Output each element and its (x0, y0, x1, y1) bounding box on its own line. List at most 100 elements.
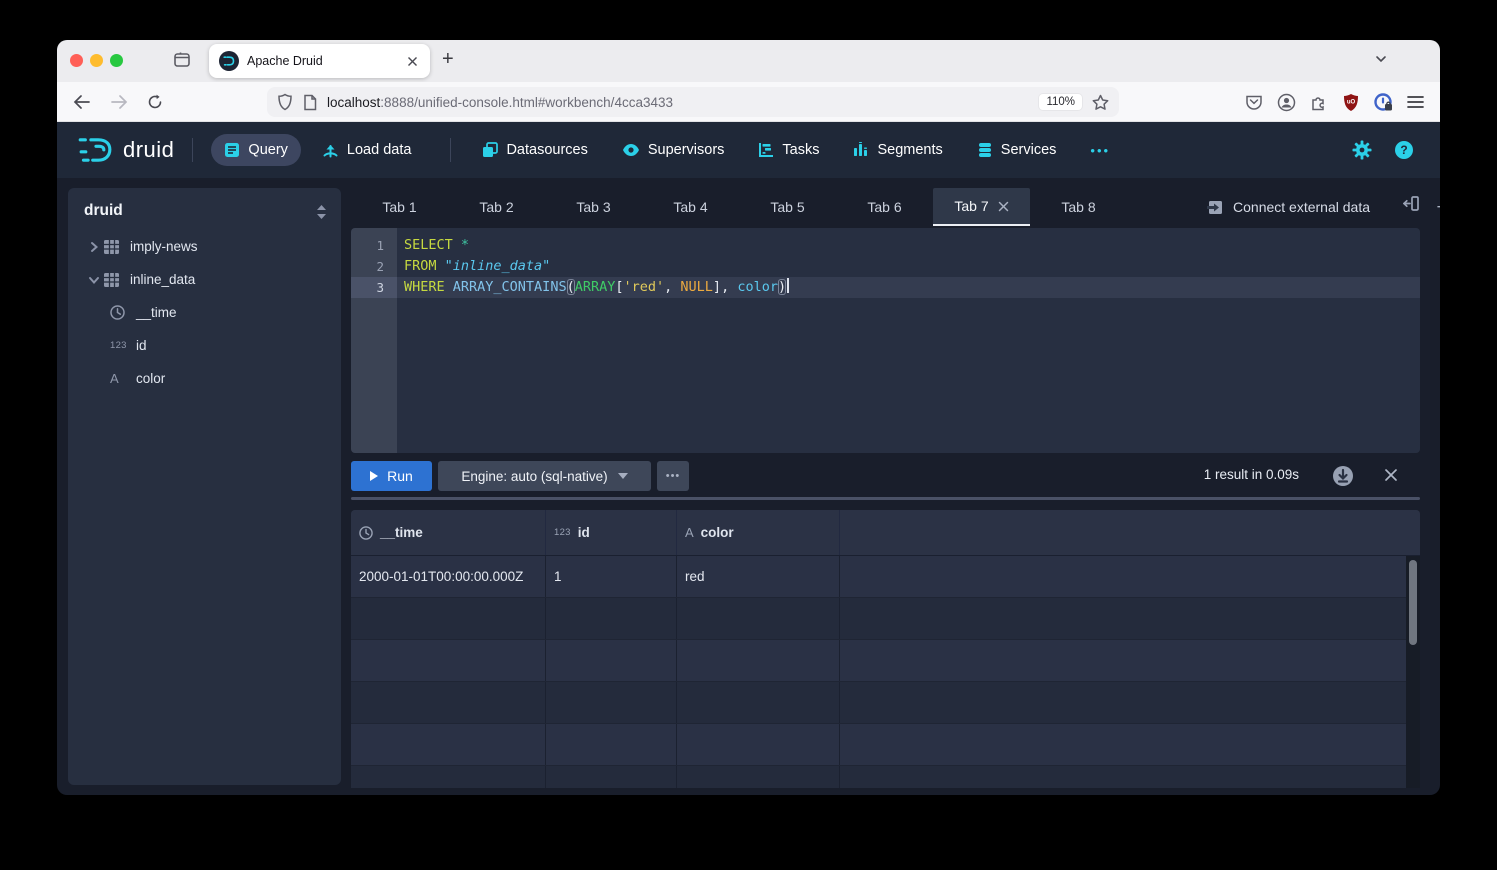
sidebar-toggle-icon[interactable] (172, 50, 192, 70)
reload-button[interactable] (143, 90, 167, 114)
tab-8[interactable]: Tab 8 (1030, 188, 1127, 226)
nav-item-load-data[interactable]: Load data (309, 134, 425, 166)
column-header-id[interactable]: 123 id (546, 510, 677, 555)
datasource-row-inline-data[interactable]: inline_data (68, 263, 341, 296)
panel-resize-handle[interactable] (351, 497, 1420, 500)
table-cell[interactable] (677, 682, 840, 723)
browser-tab[interactable]: Apache Druid (209, 44, 430, 78)
table-cell[interactable] (546, 640, 677, 681)
table-cell[interactable] (546, 724, 677, 765)
tab-2[interactable]: Tab 2 (448, 188, 545, 226)
code-line[interactable]: 1 SELECT * (351, 235, 1420, 256)
tab-1[interactable]: Tab 1 (351, 188, 448, 226)
table-row[interactable]: 2000-01-01T00:00:00.000Z 1 red (351, 556, 1420, 598)
table-cell[interactable] (677, 640, 840, 681)
column-row-time[interactable]: __time (68, 296, 341, 329)
table-cell[interactable] (840, 640, 1420, 681)
tab-list-chevron-icon[interactable] (1374, 52, 1388, 66)
column-header-time[interactable]: __time (351, 510, 546, 555)
nav-item-datasources[interactable]: Datasources (469, 134, 600, 166)
tab-close-icon[interactable] (405, 54, 420, 69)
table-cell[interactable] (351, 640, 546, 681)
table-cell[interactable]: 1 (546, 556, 677, 597)
extensions-puzzle-icon[interactable] (1310, 93, 1328, 111)
table-cell[interactable] (351, 682, 546, 723)
tab-7-active[interactable]: Tab 7 (933, 188, 1030, 226)
datasource-row-imply-news[interactable]: imply-news (68, 230, 341, 263)
bookmark-star-icon[interactable] (1092, 94, 1109, 111)
url-bar[interactable]: localhost:8888/unified-console.html#work… (267, 87, 1119, 117)
table-cell[interactable] (840, 682, 1420, 723)
nav-item-tasks[interactable]: Tasks (745, 134, 832, 166)
engine-select-button[interactable]: Engine: auto (sql-native) (438, 461, 651, 491)
settings-gear-icon[interactable] (1352, 140, 1372, 160)
results-scrollbar-track[interactable] (1406, 556, 1420, 788)
table-row[interactable] (351, 766, 1420, 788)
ublock-origin-icon[interactable]: uO (1342, 93, 1360, 112)
tab-3[interactable]: Tab 3 (545, 188, 642, 226)
url-text[interactable]: localhost:8888/unified-console.html#work… (327, 95, 1039, 110)
account-icon[interactable] (1277, 93, 1296, 112)
table-cell[interactable] (840, 724, 1420, 765)
query-more-button[interactable]: ••• (657, 461, 689, 491)
forward-button[interactable] (107, 90, 131, 114)
tab-5[interactable]: Tab 5 (739, 188, 836, 226)
code-line[interactable]: 2 FROM "inline_data" (351, 256, 1420, 277)
run-button[interactable]: Run (351, 461, 432, 491)
table-row[interactable] (351, 640, 1420, 682)
window-minimize-button[interactable] (90, 54, 103, 67)
druid-brand[interactable]: druid (77, 131, 174, 169)
sort-double-caret-icon[interactable] (316, 205, 327, 219)
tab-close-icon[interactable] (998, 201, 1009, 212)
table-cell[interactable] (677, 766, 840, 788)
table-cell[interactable] (840, 766, 1420, 788)
table-cell[interactable] (840, 598, 1420, 639)
shield-icon[interactable] (277, 93, 293, 111)
page-info-icon[interactable] (303, 94, 317, 111)
nav-item-services[interactable]: Services (964, 134, 1070, 166)
table-cell[interactable] (351, 766, 546, 788)
table-cell[interactable] (546, 682, 677, 723)
table-row[interactable] (351, 598, 1420, 640)
nav-item-more[interactable]: ••• (1077, 134, 1123, 166)
back-button[interactable] (69, 90, 93, 114)
table-cell[interactable] (677, 598, 840, 639)
window-zoom-button[interactable] (110, 54, 123, 67)
window-close-button[interactable] (70, 54, 83, 67)
table-row[interactable] (351, 682, 1420, 724)
column-row-color[interactable]: A color (68, 362, 341, 395)
chevron-down-icon[interactable] (88, 274, 104, 286)
query-editor[interactable]: 1 SELECT * 2 FROM "inline_data" 3 WHERE ARRAY… (351, 228, 1420, 453)
add-tab-button[interactable]: + (1429, 195, 1440, 221)
table-cell[interactable] (840, 556, 1420, 597)
table-cell[interactable] (351, 598, 546, 639)
chevron-right-icon[interactable] (88, 241, 104, 253)
zoom-level-badge[interactable]: 110% (1039, 94, 1082, 110)
results-scrollbar-thumb[interactable] (1409, 560, 1417, 645)
nav-item-segments[interactable]: Segments (840, 134, 955, 166)
nav-item-supervisors[interactable]: Supervisors (609, 134, 738, 166)
druid-wordmark: druid (123, 137, 175, 162)
nav-item-query[interactable]: Query (211, 134, 301, 166)
table-cell[interactable]: 2000-01-01T00:00:00.000Z (351, 556, 546, 597)
help-icon[interactable]: ? (1394, 140, 1414, 160)
collapse-panel-icon[interactable] (1403, 195, 1420, 212)
table-cell[interactable] (546, 598, 677, 639)
pocket-icon[interactable] (1245, 93, 1263, 111)
table-cell[interactable]: red (677, 556, 840, 597)
table-row[interactable] (351, 724, 1420, 766)
onepassword-icon[interactable] (1374, 92, 1393, 112)
table-cell[interactable] (677, 724, 840, 765)
table-cell[interactable] (546, 766, 677, 788)
close-results-icon[interactable] (1384, 468, 1398, 482)
table-cell[interactable] (351, 724, 546, 765)
code-line[interactable]: 3 WHERE ARRAY_CONTAINS(ARRAY['red', NULL]… (351, 277, 1420, 298)
tab-6[interactable]: Tab 6 (836, 188, 933, 226)
connect-external-data-button[interactable]: Connect external data (1207, 192, 1370, 222)
column-row-id[interactable]: 123 id (68, 329, 341, 362)
tab-4[interactable]: Tab 4 (642, 188, 739, 226)
column-header-color[interactable]: A color (677, 510, 840, 555)
download-results-icon[interactable] (1332, 465, 1354, 487)
menu-hamburger-icon[interactable] (1407, 95, 1424, 109)
new-tab-button[interactable]: + (442, 48, 454, 71)
